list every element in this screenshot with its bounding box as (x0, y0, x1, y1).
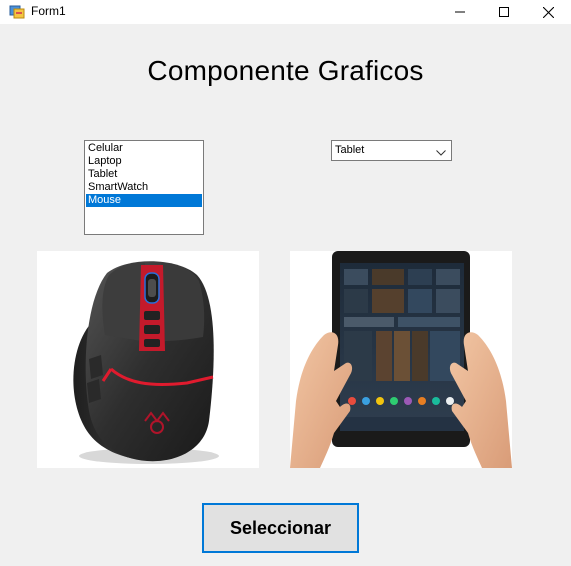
close-button[interactable] (525, 0, 571, 24)
device-combobox[interactable]: Tablet (331, 140, 452, 161)
page-title: Componente Graficos (147, 55, 424, 86)
seleccionar-button[interactable]: Seleccionar (202, 503, 359, 553)
list-item-smartwatch[interactable]: SmartWatch (86, 181, 202, 194)
chevron-down-icon[interactable] (436, 147, 446, 159)
list-item-laptop[interactable]: Laptop (86, 155, 202, 168)
combobox-value: Tablet (335, 144, 365, 156)
device-listbox[interactable]: Celular Laptop Tablet SmartWatch Mouse (84, 140, 204, 235)
window-title: Form1 (31, 4, 66, 18)
gaming-mouse-image (37, 251, 259, 468)
close-icon (542, 6, 554, 18)
list-item-mouse[interactable]: Mouse (86, 194, 202, 207)
maximize-button[interactable] (481, 0, 527, 24)
tablet-in-hands-image (290, 251, 512, 468)
title-bar[interactable]: Form1 (0, 0, 571, 24)
list-item-tablet[interactable]: Tablet (86, 168, 202, 181)
minimize-button[interactable] (437, 0, 483, 24)
list-item-celular[interactable]: Celular (86, 142, 202, 155)
form-app-icon (9, 3, 25, 19)
maximize-icon (499, 7, 509, 17)
form-window: Form1 Componente Graficos Celular Laptop… (0, 0, 571, 566)
minimize-icon (455, 11, 465, 13)
